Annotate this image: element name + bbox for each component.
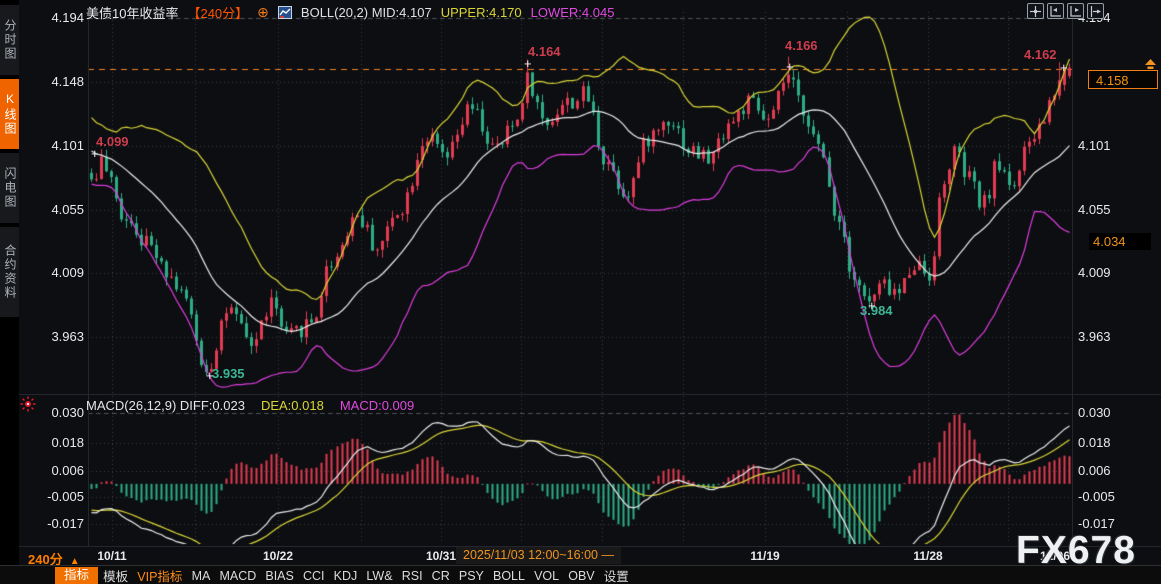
pivot-marker-icon: +: [524, 59, 532, 69]
date-label: 11/28: [913, 549, 942, 563]
marked-level-badge: 4.034: [1089, 233, 1151, 250]
toolbar-item-VOL[interactable]: VOL: [530, 569, 563, 583]
pivot-price-label: 3.935: [212, 366, 245, 381]
macd-hist-readout: MACD:0.009: [340, 398, 414, 413]
pivot-price-label: 3.984: [860, 303, 893, 318]
toolbar-item-VIP指标[interactable]: VIP指标: [133, 566, 186, 584]
date-label: 11/19: [750, 549, 779, 563]
boll-lower-readout: LOWER:4.045: [531, 5, 615, 20]
pivot-marker-icon: +: [868, 301, 876, 311]
macd-label-left: 0.006: [46, 463, 84, 478]
toolbar-item-RSI[interactable]: RSI: [398, 569, 427, 583]
macd-diff-readout: MACD(26,12,9) DIFF:0.023: [86, 398, 245, 413]
symbol-title: 美债10年收益率: [86, 3, 178, 22]
price-up-arrow-icon: [1143, 58, 1158, 76]
price-label-left: 4.055: [46, 202, 84, 217]
date-label: 10/11: [97, 549, 126, 563]
toolbar-item-BIAS[interactable]: BIAS: [261, 569, 298, 583]
toolbar-item-指标[interactable]: 指标: [55, 567, 98, 584]
toolbar-item-MA[interactable]: MA: [188, 569, 215, 583]
price-label-left: 4.194: [46, 10, 84, 25]
toolbar-item-BOLL[interactable]: BOLL: [489, 569, 529, 583]
date-label: 10/22: [263, 549, 293, 563]
price-label-right: 4.009: [1078, 265, 1124, 280]
boll-mid-readout: BOLL(20,2) MID:4.107: [301, 5, 432, 20]
chart-tool-icons: [1027, 3, 1104, 19]
pan-right-icon[interactable]: [1087, 3, 1104, 19]
macd-label-right: 0.018: [1078, 435, 1124, 450]
price-label-left: 4.009: [46, 265, 84, 280]
toolbar-item-MACD[interactable]: MACD: [215, 569, 260, 583]
sidebar-tab-2[interactable]: K线图: [0, 79, 19, 149]
pivot-price-label: 4.162: [1024, 47, 1057, 62]
macd-label-left: -0.005: [46, 489, 84, 504]
pivot-price-label: 4.164: [528, 44, 561, 59]
sidebar-tab-1[interactable]: 分时图: [0, 5, 19, 75]
macd-label-left: 0.030: [46, 405, 84, 420]
toolbar-item-OBV[interactable]: OBV: [564, 569, 598, 583]
macd-dea-readout: DEA:0.018: [261, 398, 324, 413]
pivot-price-label: 4.166: [785, 38, 818, 53]
price-label-left: 4.148: [46, 74, 84, 89]
panel-separator: [19, 394, 1161, 395]
pivot-marker-icon: +: [206, 371, 214, 381]
price-label-right: 4.101: [1078, 138, 1124, 153]
macd-label-right: 0.030: [1078, 405, 1124, 420]
macd-label-left: 0.018: [46, 435, 84, 450]
plot-left-border: [88, 10, 89, 546]
macd-header: MACD(26,12,9) DIFF:0.023 DEA:0.018 MACD:…: [86, 398, 414, 413]
zoom-out-axis-icon[interactable]: [1047, 3, 1064, 19]
toolbar-item-KDJ[interactable]: KDJ: [330, 569, 362, 583]
plot-right-border: [1072, 10, 1073, 546]
toolbar-item-LW&[interactable]: LW&: [362, 569, 396, 583]
price-label-left: 4.101: [46, 138, 84, 153]
sidebar-tab-3[interactable]: 闪电图: [0, 153, 19, 223]
macd-label-right: 0.006: [1078, 463, 1124, 478]
toolbar-item-CR[interactable]: CR: [428, 569, 454, 583]
toolbar-item-模板[interactable]: 模板: [99, 566, 132, 584]
price-label-left: 3.963: [46, 329, 84, 344]
left-sidebar: 分时图 K线图闪电图合约资料: [0, 0, 19, 584]
price-label-right: 4.055: [1078, 202, 1124, 217]
toolbar-item-设置[interactable]: 设置: [600, 566, 633, 584]
pivot-price-label: 4.099: [96, 134, 129, 149]
pivot-marker-icon: +: [1060, 63, 1068, 73]
mini-chart-icon[interactable]: [278, 6, 292, 19]
period-tag[interactable]: 【240分】: [187, 3, 248, 22]
kline-app-window: 分时图 K线图闪电图合约资料 美债10年收益率 【240分】 ⊕ BOLL(20,…: [0, 0, 1161, 584]
toolbar-item-PSY[interactable]: PSY: [455, 569, 488, 583]
circle-plus-icon[interactable]: ⊕: [257, 5, 269, 19]
price-chart-canvas[interactable]: [0, 0, 1161, 584]
selected-bar-tooltip: 2025/11/03 12:00~16:00 —: [456, 547, 621, 564]
price-label-right: 3.963: [1078, 329, 1124, 344]
toolbar-item-CCI[interactable]: CCI: [299, 569, 329, 583]
pivot-marker-icon: +: [91, 149, 99, 159]
macd-label-left: -0.017: [46, 516, 84, 531]
pivot-marker-icon: +: [786, 62, 794, 72]
date-label: 10/31: [426, 549, 456, 563]
pan-crosshair-icon[interactable]: [1027, 3, 1044, 19]
watermark: FX678: [1016, 529, 1136, 573]
zoom-in-axis-icon[interactable]: [1067, 3, 1084, 19]
indicator-toolbar: 指标模板VIP指标MAMACDBIASCCIKDJLW&RSICRPSYBOLL…: [0, 565, 1161, 584]
sidebar-tab-4[interactable]: 合约资料: [0, 227, 19, 317]
macd-label-right: -0.005: [1078, 489, 1124, 504]
live-alert-icon[interactable]: [20, 396, 36, 412]
chart-header: 美债10年收益率 【240分】 ⊕ BOLL(20,2) MID:4.107 U…: [86, 2, 614, 22]
boll-upper-readout: UPPER:4.170: [441, 5, 522, 20]
